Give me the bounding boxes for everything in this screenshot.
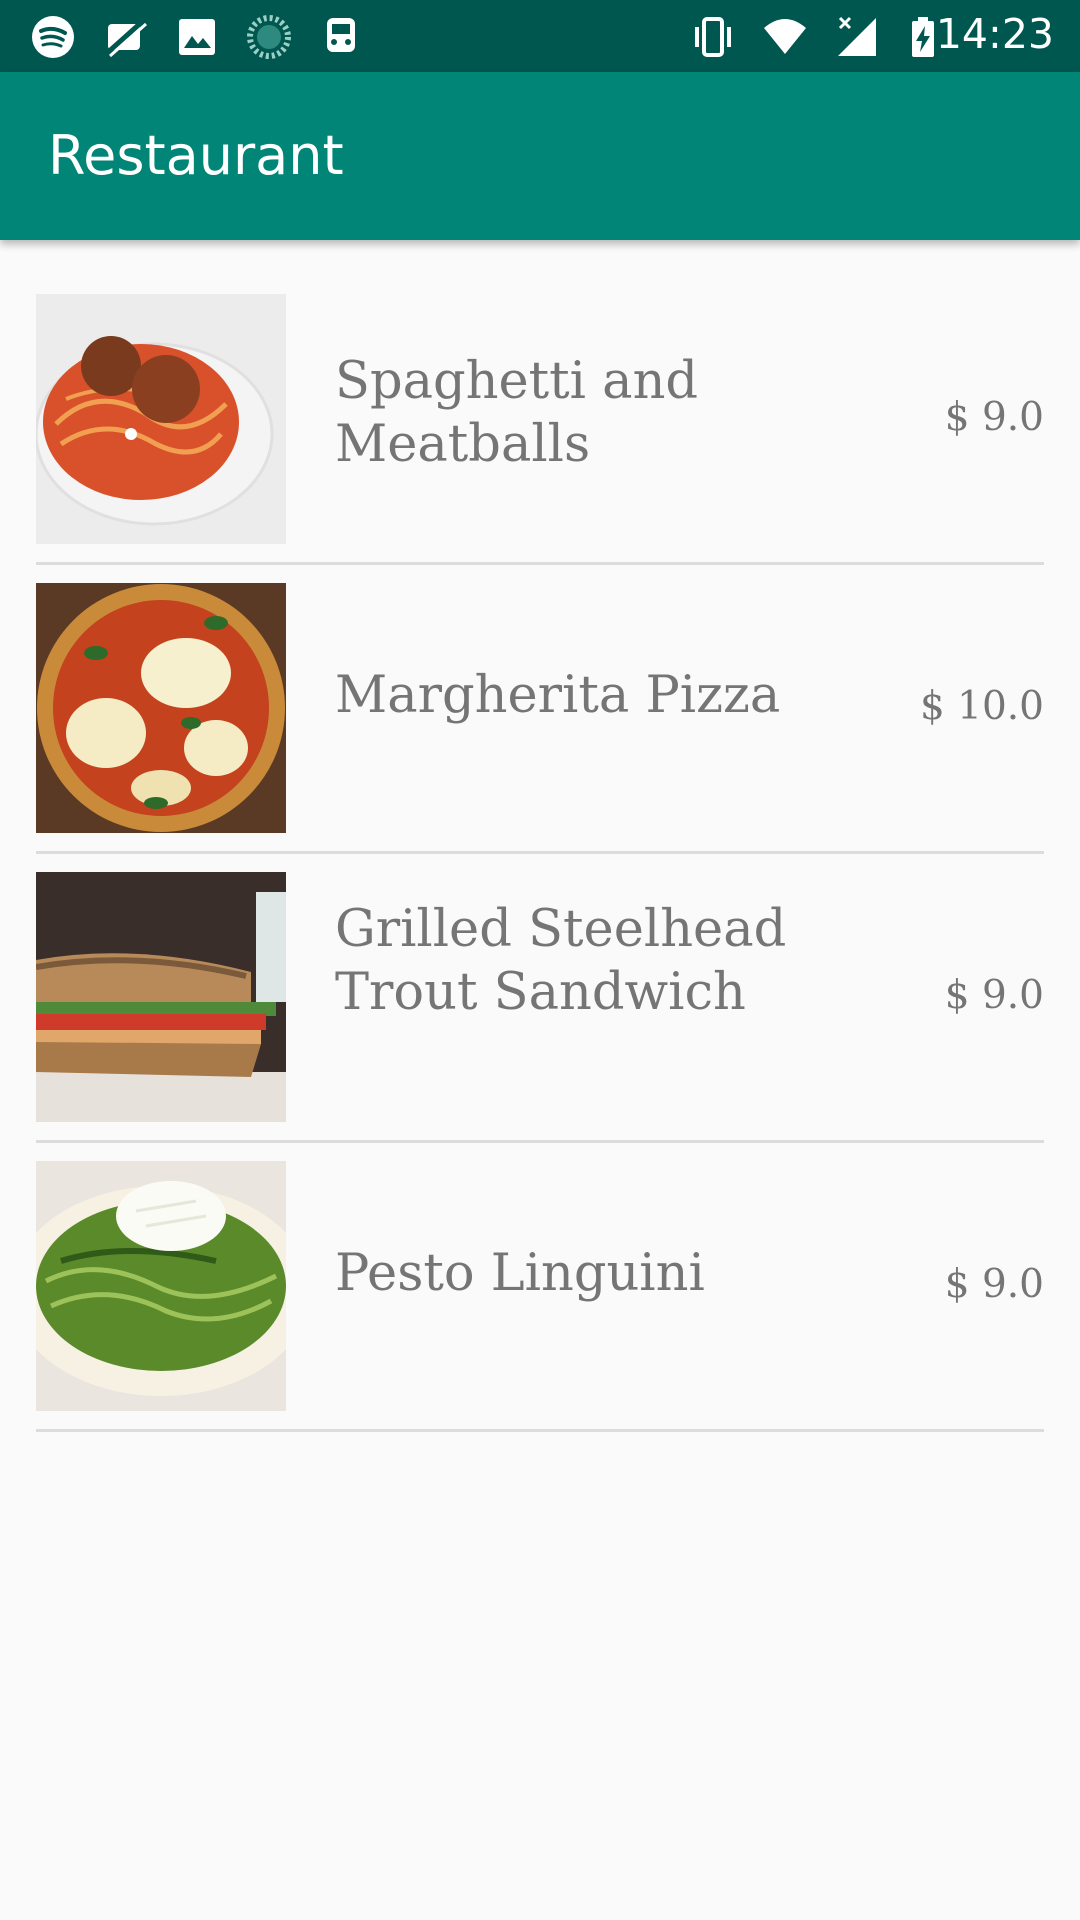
pesto-linguini-photo — [36, 1161, 286, 1411]
loading-circle-icon — [247, 15, 291, 59]
status-bar: 14:23 — [0, 0, 1080, 72]
spaghetti-meatballs-photo — [36, 294, 286, 544]
menu-item-name: Pesto Linguini — [335, 1244, 705, 1303]
trout-sandwich-photo — [36, 872, 286, 1122]
menu-item-name: Spaghetti and Meatballs — [335, 352, 699, 474]
page-title: Restaurant — [48, 124, 344, 187]
app-bar: Restaurant — [0, 72, 1080, 240]
menu-item-name: Grilled Steelhead Trout Sandwich — [335, 900, 787, 1022]
menu-item-price: $ 10.0 — [919, 684, 1044, 729]
menu-item-price: $ 9.0 — [944, 395, 1044, 440]
spotify-icon — [32, 16, 74, 58]
divider — [36, 1429, 1044, 1432]
menu-item[interactable]: Grilled Steelhead Trout Sandwich $ 9.0 — [0, 818, 1080, 1143]
no-sim-slash-icon — [104, 18, 147, 58]
menu-item[interactable]: Pesto Linguini $ 9.0 — [0, 1107, 1080, 1432]
train-icon — [327, 18, 355, 52]
signal-icon — [838, 16, 876, 56]
menu-item[interactable]: Spaghetti and Meatballs $ 9.0 — [0, 240, 1080, 565]
image-icon — [179, 19, 215, 55]
menu-item-price: $ 9.0 — [944, 973, 1044, 1018]
menu-item[interactable]: Margherita Pizza $ 10.0 — [0, 529, 1080, 854]
vibrate-icon — [695, 17, 731, 57]
menu-item-price: $ 9.0 — [944, 1262, 1044, 1307]
margherita-pizza-photo — [36, 583, 286, 833]
menu-item-name: Margherita Pizza — [335, 666, 781, 725]
wifi-icon — [764, 19, 806, 54]
clock: 14:23 — [935, 10, 1054, 58]
